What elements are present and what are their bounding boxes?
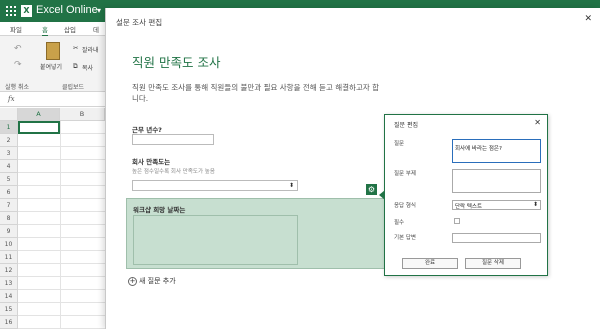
survey-description[interactable]: 직원 만족도 조사를 통해 직원들의 불만과 필요 사항을 전해 듣고 해결하고…: [132, 82, 382, 104]
select-all-corner[interactable]: [0, 108, 18, 121]
ribbon-tabs: 파일 홈 삽입 데: [0, 22, 105, 37]
grid-line: [18, 250, 105, 251]
delete-question-button[interactable]: 질문 삭제: [465, 258, 521, 269]
row-header[interactable]: 15: [0, 303, 18, 316]
chevron-down-icon[interactable]: ▾: [97, 6, 101, 15]
plus-circle-icon: +: [128, 276, 137, 286]
question-label: 워크샵 희망 날짜는: [133, 206, 186, 214]
row-header[interactable]: 10: [0, 238, 18, 251]
question-field-label: 질문: [394, 141, 405, 147]
close-icon[interactable]: ✕: [584, 14, 592, 24]
done-button[interactable]: 완료: [402, 258, 458, 269]
row-header[interactable]: 4: [0, 160, 18, 173]
clipboard-group-label: 클립보드: [62, 84, 85, 91]
workshop-date-textarea[interactable]: [133, 215, 298, 265]
default-answer-label: 기본 답변: [394, 235, 416, 241]
default-answer-input[interactable]: [452, 233, 541, 243]
response-type-select[interactable]: 단락 텍스트 ⬍: [452, 200, 541, 210]
required-label: 필수: [394, 220, 405, 226]
grid-line: [18, 276, 105, 277]
row-header[interactable]: 14: [0, 290, 18, 303]
required-checkbox[interactable]: [454, 218, 460, 224]
close-icon[interactable]: ✕: [534, 118, 541, 127]
grid-line: [18, 237, 105, 238]
panel-title: 질문 편집: [394, 122, 418, 129]
satisfaction-select[interactable]: ⬍: [132, 180, 298, 191]
excel-logo-icon: X: [21, 5, 32, 17]
grid-line: [60, 121, 61, 329]
copy-icon[interactable]: ⧉: [73, 62, 78, 71]
tab-insert[interactable]: 삽입: [64, 24, 76, 34]
row-header[interactable]: 9: [0, 225, 18, 238]
dropdown-arrow-icon: ⬍: [532, 201, 538, 208]
grid-line: [18, 315, 105, 316]
response-type-label: 응답 형식: [394, 203, 416, 209]
question-subtitle-input[interactable]: [452, 169, 541, 193]
years-of-service-input[interactable]: [132, 134, 214, 145]
copy-button[interactable]: 복사: [82, 63, 93, 72]
question-text-value: 회사에 바라는 점은?: [455, 146, 502, 152]
row-header[interactable]: 5: [0, 173, 18, 186]
row-header[interactable]: 7: [0, 199, 18, 212]
grid-line: [18, 159, 105, 160]
undo-group-label: 실행 취소: [5, 84, 29, 91]
undo-icon[interactable]: ↶: [14, 44, 22, 54]
row-header[interactable]: 8: [0, 212, 18, 225]
row-header[interactable]: 6: [0, 186, 18, 199]
spreadsheet-grid[interactable]: A B 1 2 3 4 5 6 7 8 9 10 11 12 13 14 15 16: [0, 108, 105, 329]
grid-line: [18, 198, 105, 199]
gear-icon[interactable]: ⚙: [366, 184, 377, 195]
column-header-b[interactable]: B: [60, 108, 105, 121]
panel-pointer: [379, 190, 385, 200]
function-icon[interactable]: fx: [8, 95, 15, 103]
grid-line: [18, 211, 105, 212]
question-label[interactable]: 근무 년수?: [132, 124, 162, 134]
row-header[interactable]: 13: [0, 277, 18, 290]
paste-button[interactable]: 붙여넣기: [40, 62, 62, 71]
grid-line: [18, 172, 105, 173]
add-question-button[interactable]: + 새 질문 추가: [128, 276, 176, 286]
ribbon: ↶ ↷ 붙여넣기 ✂ 잘라내 ⧉ 복사 실행 취소 클립보드: [0, 36, 105, 92]
column-header-a[interactable]: A: [18, 108, 60, 121]
formula-bar: fx: [0, 93, 105, 107]
question-label[interactable]: 회사 만족도는: [132, 156, 170, 166]
edit-question-panel: 질문 편집 ✕ 질문 회사에 바라는 점은? 질문 부제 응답 형식 단락 텍스…: [379, 114, 548, 276]
tab-file[interactable]: 파일: [10, 24, 22, 34]
add-question-label: 새 질문 추가: [139, 277, 176, 285]
row-header[interactable]: 2: [0, 134, 18, 147]
app-launcher-icon[interactable]: [6, 6, 16, 16]
survey-edit-dialog: 설문 조사 편집 ✕ 직원 만족도 조사 직원 만족도 조사를 통해 직원들의 …: [105, 8, 600, 329]
selected-question[interactable]: 워크샵 희망 날짜는: [126, 198, 385, 269]
row-header[interactable]: 3: [0, 147, 18, 160]
row-header[interactable]: 1: [0, 121, 18, 134]
dialog-title: 설문 조사 편집: [116, 18, 163, 27]
grid-line: [18, 185, 105, 186]
row-header[interactable]: 12: [0, 264, 18, 277]
dropdown-arrow-icon: ⬍: [288, 182, 294, 189]
row-header[interactable]: 11: [0, 251, 18, 264]
redo-icon[interactable]: ↷: [14, 60, 22, 70]
app-brand: Excel Online: [36, 4, 98, 16]
grid-line: [18, 289, 105, 290]
survey-title[interactable]: 직원 만족도 조사: [132, 52, 220, 71]
row-header[interactable]: 16: [0, 316, 18, 329]
grid-line: [18, 146, 105, 147]
active-cell[interactable]: [18, 121, 60, 134]
cut-icon[interactable]: ✂: [73, 44, 78, 52]
paste-icon[interactable]: [46, 42, 60, 60]
grid-line: [18, 263, 105, 264]
tab-data[interactable]: 데: [93, 24, 99, 34]
subtitle-field-label: 질문 부제: [394, 171, 416, 177]
cut-button[interactable]: 잘라내: [82, 45, 99, 54]
question-hint: 높은 점수일수록 회사 만족도가 높음: [132, 169, 215, 175]
grid-line: [18, 224, 105, 225]
response-type-value: 단락 텍스트: [455, 204, 483, 210]
grid-line: [18, 302, 105, 303]
question-text-input[interactable]: 회사에 바라는 점은?: [452, 139, 541, 163]
